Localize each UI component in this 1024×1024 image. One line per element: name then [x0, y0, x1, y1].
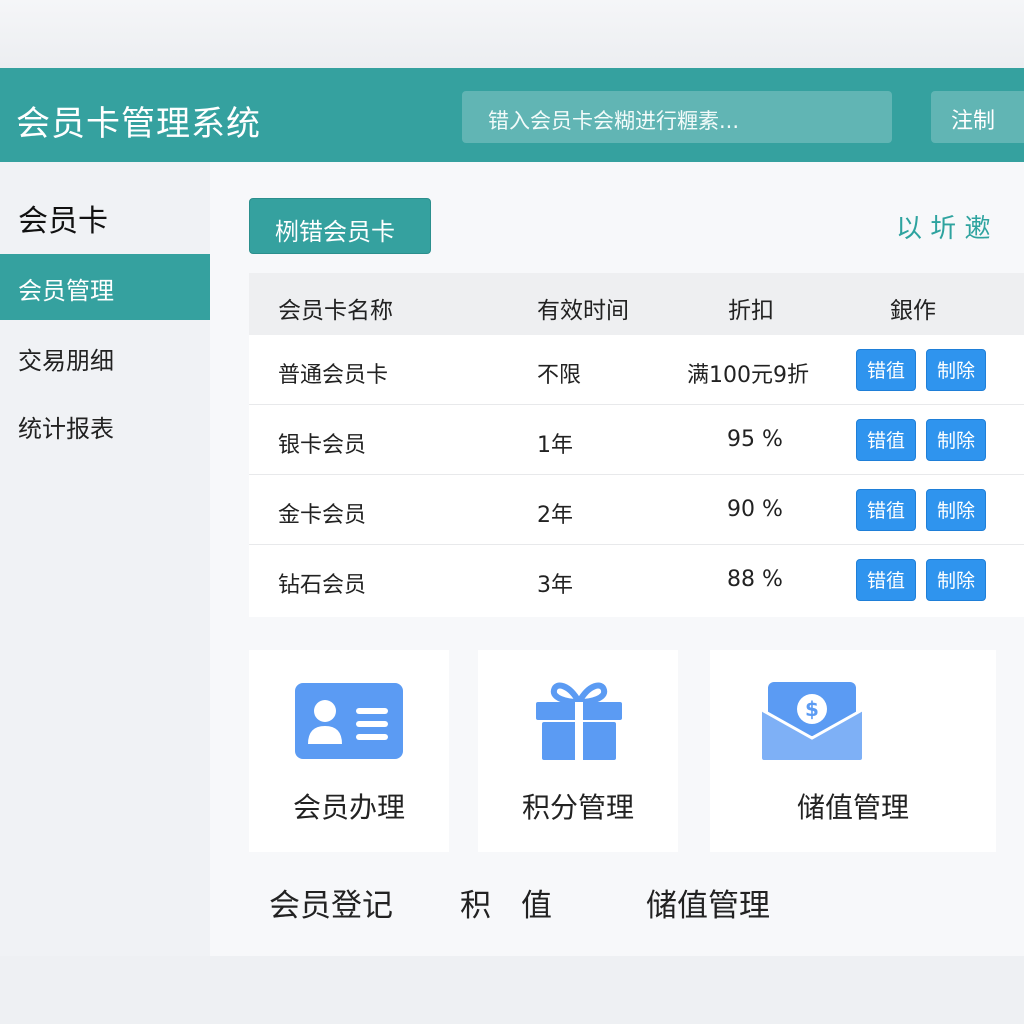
- login-button[interactable]: 注制: [931, 91, 1024, 143]
- cell-validity: 不限: [537, 363, 582, 388]
- table-row: 金卡会员 2年 90 % 错徝 制除: [249, 475, 1024, 545]
- table-row: 钻石会员 3年 88 % 错徝 制除: [249, 545, 1024, 615]
- sidebar-item-reports[interactable]: 统计报表: [0, 392, 210, 458]
- cell-name: 金卡会员: [278, 503, 367, 528]
- sidebar-item-transactions[interactable]: 交易朋细: [0, 324, 210, 390]
- delete-button[interactable]: 制除: [926, 349, 986, 391]
- top-right-link[interactable]: 以 圻 遬: [896, 208, 991, 245]
- cell-validity: 2年: [537, 503, 573, 528]
- main-content: 栵错会员卡 以 圻 遬 会员卡名称 有效时间 折扣 銀作 普通会员卡 不限 满1…: [210, 162, 1024, 956]
- edit-button[interactable]: 错徝: [856, 419, 916, 461]
- stored-value-card[interactable]: $ 储值管理: [710, 650, 996, 852]
- edit-button[interactable]: 错徝: [856, 559, 916, 601]
- money-envelope-icon: $: [761, 682, 863, 760]
- search-placeholder: 错入会员卡会糊进行糎素...: [488, 109, 740, 133]
- points-management-card[interactable]: 积分管理: [478, 650, 678, 852]
- cell-discount: 满100元9折: [687, 363, 809, 388]
- add-member-card-button[interactable]: 栵错会员卡: [249, 198, 431, 254]
- column-header-discount: 折扣: [728, 298, 774, 324]
- table-row: 银卡会员 1年 95 % 错徝 制除: [249, 405, 1024, 475]
- bottom-label-stored-value: 储值管理: [646, 888, 770, 924]
- cell-discount: 88 %: [727, 567, 783, 592]
- cell-name: 银卡会员: [278, 433, 367, 458]
- bottom-label-value: 值: [521, 888, 552, 924]
- cell-name: 钻石会员: [278, 573, 367, 598]
- cell-validity: 3年: [537, 573, 573, 598]
- app-header: 会员卡管理系统 错入会员卡会糊进行糎素... 注制: [0, 68, 1024, 162]
- member-card-table: 会员卡名称 有效时间 折扣 銀作 普通会员卡 不限 满100元9折 错徝 制除 …: [249, 273, 1024, 617]
- table-header: 会员卡名称 有效时间 折扣 銀作: [249, 273, 1024, 335]
- search-input[interactable]: 错入会员卡会糊进行糎素...: [462, 91, 892, 143]
- cell-discount: 90 %: [727, 497, 783, 522]
- column-header-validity: 有效时间: [537, 298, 629, 324]
- card-label: 积分管理: [521, 791, 634, 824]
- column-header-actions: 銀作: [890, 298, 936, 324]
- card-label: 会员办理: [292, 791, 405, 824]
- sidebar-item-member-management[interactable]: 会员管理: [0, 254, 210, 320]
- sidebar: 会员卡 会员管理 交易朋细 统计报表: [0, 162, 210, 956]
- delete-button[interactable]: 制除: [926, 489, 986, 531]
- id-card-icon: [295, 683, 403, 759]
- svg-text:$: $: [805, 697, 819, 721]
- app-title: 会员卡管理系统: [16, 104, 261, 144]
- bottom-strip: [0, 956, 1024, 1024]
- sidebar-title: 会员卡: [18, 204, 108, 239]
- cell-validity: 1年: [537, 433, 573, 458]
- delete-button[interactable]: 制除: [926, 419, 986, 461]
- gift-icon: [536, 682, 622, 760]
- cell-name: 普通会员卡: [278, 363, 389, 388]
- delete-button[interactable]: 制除: [926, 559, 986, 601]
- bottom-label-registration: 会员登记: [269, 888, 393, 924]
- column-header-name: 会员卡名称: [278, 298, 393, 324]
- top-band: [0, 0, 1024, 68]
- cell-discount: 95 %: [727, 427, 783, 452]
- edit-button[interactable]: 错徝: [856, 489, 916, 531]
- table-row: 普通会员卡 不限 满100元9折 错徝 制除: [249, 335, 1024, 405]
- card-label: 储值管理: [796, 791, 909, 824]
- member-registration-card[interactable]: 会员办理: [249, 650, 449, 852]
- bottom-label-points: 积: [460, 888, 491, 924]
- edit-button[interactable]: 错徝: [856, 349, 916, 391]
